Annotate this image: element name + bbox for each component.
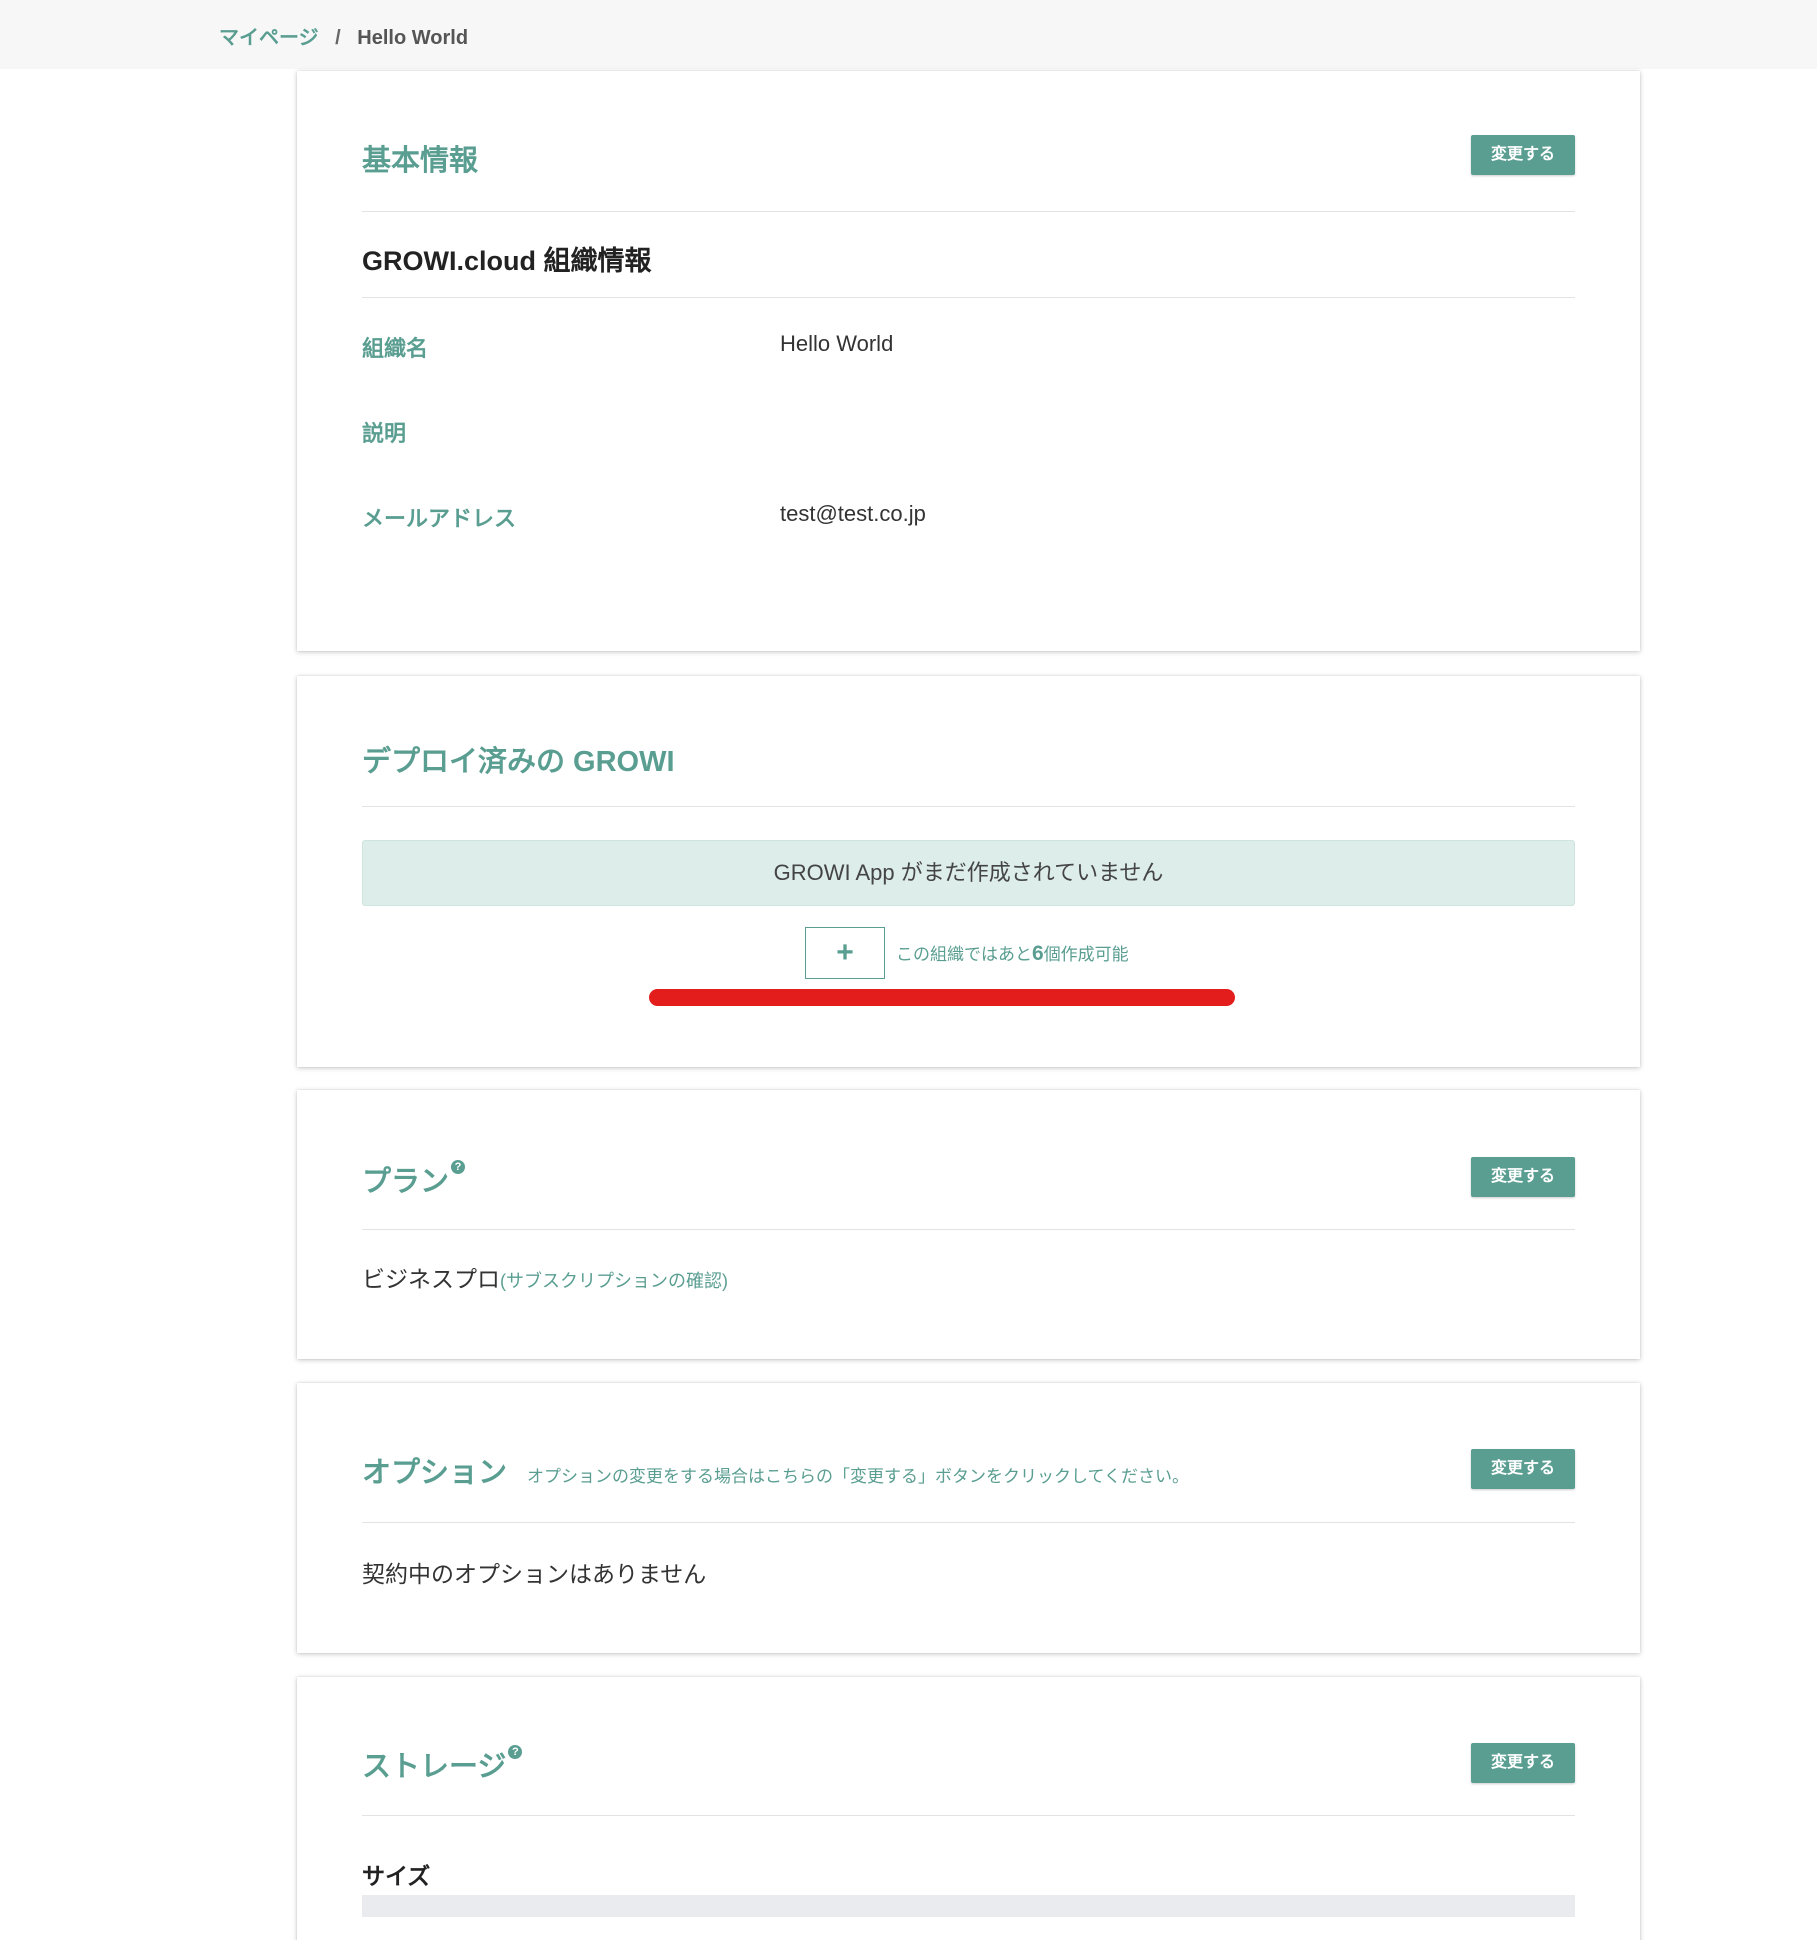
plan-card: プラン? 変更する ビジネスプロ(サブスクリプションの確認) (297, 1090, 1640, 1359)
divider (362, 1522, 1575, 1523)
description-label: 説明 (362, 421, 407, 446)
plan-change-button[interactable]: 変更する (1471, 1157, 1575, 1197)
add-app-button[interactable]: + (805, 927, 885, 979)
basic-info-title: 基本情報 (362, 145, 479, 177)
storage-title: ストレージ? (362, 1743, 523, 1785)
divider (362, 806, 1575, 807)
red-annotation-underline (649, 989, 1235, 1006)
no-app-banner: GROWI App がまだ作成されていません (362, 840, 1575, 906)
storage-change-button[interactable]: 変更する (1471, 1743, 1575, 1783)
breadcrumb-separator: / (335, 27, 341, 49)
subscription-link[interactable]: (サブスクリプションの確認) (500, 1271, 728, 1291)
remaining-apps-note: この組織ではあと6個作成可能 (896, 940, 1129, 966)
divider (362, 1815, 1575, 1816)
storage-title-text: ストレージ (362, 1751, 507, 1783)
info-row-email: メールアドレス test@test.co.jp (362, 501, 1575, 531)
breadcrumb-current: Hello World (357, 27, 469, 49)
deployed-growi-card: デプロイ済みの GROWI GROWI App がまだ作成されていません + こ… (297, 676, 1640, 1067)
basic-info-change-button[interactable]: 変更する (1471, 135, 1575, 175)
email-label: メールアドレス (362, 506, 517, 531)
page: マイページ / Hello World 基本情報 変更する GROWI.clou… (0, 0, 1817, 1940)
plan-value: ビジネスプロ(サブスクリプションの確認) (362, 1260, 728, 1294)
breadcrumb-bar: マイページ / Hello World (0, 0, 1817, 69)
storage-usage-bar (362, 1895, 1575, 1917)
plan-name: ビジネスプロ (362, 1266, 500, 1292)
org-name-label: 組織名 (362, 336, 429, 361)
deployed-growi-title: デプロイ済みの GROWI (362, 746, 675, 778)
remaining-count: 6 (1032, 942, 1044, 965)
option-card: オプション オプションの変更をする場合はこちらの「変更する」ボタンをクリックしてく… (297, 1383, 1640, 1653)
divider (362, 1229, 1575, 1230)
question-icon[interactable]: ? (451, 1160, 466, 1174)
basic-info-card: 基本情報 変更する GROWI.cloud 組織情報 組織名 Hello Wor… (297, 71, 1640, 651)
info-row-org-name: 組織名 Hello World (362, 331, 1575, 361)
option-title-text: オプション (362, 1457, 508, 1489)
breadcrumb-mypage-link[interactable]: マイページ (219, 27, 319, 49)
org-info-heading: GROWI.cloud 組織情報 (362, 246, 652, 276)
email-value: test@test.co.jp (780, 501, 926, 526)
storage-size-label: サイズ (362, 1863, 431, 1889)
option-value: 契約中のオプションはありません (362, 1561, 707, 1587)
option-title: オプション オプションの変更をする場合はこちらの「変更する」ボタンをクリックしてく… (362, 1449, 1189, 1491)
divider (362, 211, 1575, 212)
breadcrumb: マイページ / Hello World (219, 21, 468, 50)
org-name-value: Hello World (780, 331, 894, 356)
info-row-description: 説明 (362, 416, 1575, 446)
storage-card: ストレージ? 変更する サイズ (297, 1677, 1640, 1940)
remaining-prefix: この組織ではあと (896, 945, 1032, 964)
remaining-suffix: 個作成可能 (1043, 945, 1129, 964)
plan-title-text: プラン (362, 1166, 450, 1198)
option-change-button[interactable]: 変更する (1471, 1449, 1575, 1489)
divider (362, 297, 1575, 298)
question-icon[interactable]: ? (508, 1745, 523, 1759)
plan-title: プラン? (362, 1158, 466, 1200)
option-note: オプションの変更をする場合はこちらの「変更する」ボタンをクリックしてください。 (527, 1466, 1189, 1486)
